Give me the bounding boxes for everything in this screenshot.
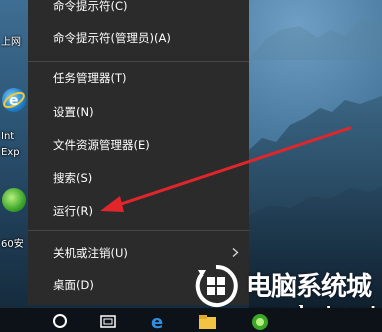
edge-icon[interactable]: e xyxy=(148,308,170,332)
svg-text:e: e xyxy=(151,312,163,332)
taskbar: e xyxy=(0,308,382,332)
task-view-icon[interactable] xyxy=(98,308,120,332)
360-browser-icon[interactable] xyxy=(248,308,272,332)
watermark-logo-icon xyxy=(195,264,238,307)
file-explorer-icon[interactable] xyxy=(196,308,220,332)
watermark-title: 电脑系统城 xyxy=(246,272,372,302)
start-circle-icon[interactable] xyxy=(50,308,70,332)
